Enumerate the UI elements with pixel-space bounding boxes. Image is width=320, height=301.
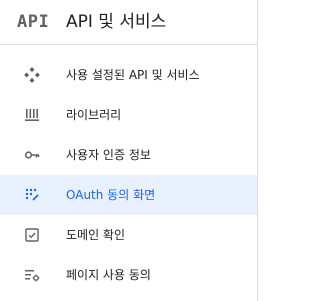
nav-list: 사용 설정된 API 및 서비스 라이브러리 사용자 인증 정보 OAuth 동… — [0, 55, 257, 295]
header-divider — [0, 44, 257, 45]
nav-item-label: 사용 설정된 API 및 서비스 — [66, 68, 200, 82]
nav-item-label: 페이지 사용 동의 — [66, 268, 151, 282]
page-title: API 및 서비스 — [66, 12, 167, 32]
nav-item-label: OAuth 동의 화면 — [66, 188, 156, 202]
nav-item-label: 사용자 인증 정보 — [66, 148, 151, 162]
nav-item-label: 라이브러리 — [66, 108, 122, 122]
nav-item-oauth-consent[interactable]: OAuth 동의 화면 — [0, 175, 257, 215]
side-navigation-panel: API API 및 서비스 사용 설정된 API 및 서비스 라이브러리 사용자… — [0, 0, 258, 301]
key-icon — [24, 151, 40, 159]
nav-item-credentials[interactable]: 사용자 인증 정보 — [0, 135, 257, 175]
oauth-dots-icon — [25, 188, 39, 201]
nav-item-enabled-apis[interactable]: 사용 설정된 API 및 서비스 — [0, 55, 257, 95]
checkbox-icon — [25, 228, 39, 242]
api-logo: API — [17, 12, 50, 32]
panel-header: API API 및 서비스 — [0, 0, 257, 44]
nav-item-domain-verification[interactable]: 도메인 확인 — [0, 215, 257, 255]
library-icon — [25, 109, 39, 121]
dashboard-diamond-icon — [24, 67, 40, 83]
settings-list-icon — [25, 270, 40, 282]
nav-item-library[interactable]: 라이브러리 — [0, 95, 257, 135]
nav-item-label: 도메인 확인 — [66, 228, 126, 242]
nav-item-page-usage-consent[interactable]: 페이지 사용 동의 — [0, 255, 257, 295]
